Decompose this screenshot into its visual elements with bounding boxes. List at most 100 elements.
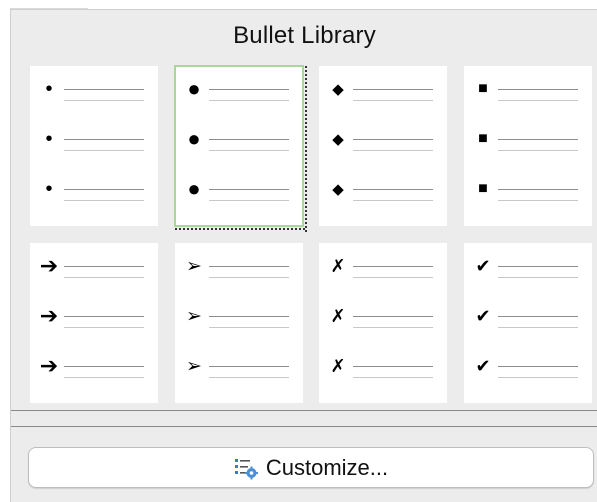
bullet-preview-line: ➢ [175,303,303,329]
text-placeholder-line [498,366,578,367]
bullet-preview-line: ➢ [175,253,303,279]
customize-button[interactable]: Customize... [28,447,594,488]
text-placeholder-line [64,327,144,328]
bullet-preview-line: ● [175,176,303,202]
square-bullet-icon: ■ [478,180,488,197]
bullet-preview-line: • [30,76,158,102]
bullet-preview-line: • [30,176,158,202]
text-placeholder-line [64,150,144,151]
text-placeholder-line [209,89,289,90]
bullet-preview-line: ◆ [319,126,447,152]
bullet-preview-line: ✔ [464,303,592,329]
check-mark-bullet-icon: ✔ [475,356,491,376]
text-placeholder-line [353,100,433,101]
text-placeholder-line [209,377,289,378]
text-placeholder-line [353,266,433,267]
text-placeholder-line [498,89,578,90]
bullets-settings-icon [234,458,258,479]
bullet-preview-line: ● [175,126,303,152]
text-placeholder-line [64,139,144,140]
separator [11,426,597,427]
bullet-style-small-dot[interactable]: • • • [30,66,158,226]
text-placeholder-line [353,150,433,151]
text-placeholder-line [498,316,578,317]
separator [11,410,597,411]
text-placeholder-line [64,277,144,278]
customize-button-label: Customize... [265,454,389,480]
arrow-bullet-icon: ➔ [39,353,59,378]
text-placeholder-line [498,200,578,201]
bullet-style-grid: • • • ● ● ● ◆ ◆ ◆ ■ ■ ■ ➔ ➔ ➔ ➢ ➢ ➢ ✗ ✗ ✗ ✔ ✔ ✔ [30,65,595,403]
large-dot-bullet-icon: ● [187,76,201,101]
diamond-bullet-icon: ◆ [332,80,344,98]
text-placeholder-line [209,277,289,278]
arrowhead-bullet-icon: ➢ [186,305,202,327]
text-placeholder-line [498,150,578,151]
small-dot-bullet-icon: • [45,178,53,200]
cross-mark-bullet-icon: ✗ [330,306,346,326]
small-dot-bullet-icon: • [45,78,53,100]
cross-mark-bullet-icon: ✗ [330,256,346,276]
bullet-preview-line: ◆ [319,176,447,202]
check-mark-bullet-icon: ✔ [475,256,491,276]
text-placeholder-line [353,139,433,140]
text-placeholder-line [353,200,433,201]
text-placeholder-line [209,100,289,101]
cross-mark-bullet-icon: ✗ [330,356,346,376]
text-placeholder-line [498,139,578,140]
bullet-preview-line: • [30,126,158,152]
text-placeholder-line [64,266,144,267]
text-placeholder-line [353,366,433,367]
text-placeholder-line [64,100,144,101]
text-placeholder-line [498,377,578,378]
text-placeholder-line [64,89,144,90]
text-placeholder-line [209,266,289,267]
check-mark-bullet-icon: ✔ [475,306,491,326]
text-placeholder-line [353,89,433,90]
text-placeholder-line [209,150,289,151]
bullet-style-diamond[interactable]: ◆ ◆ ◆ [319,66,447,226]
bullet-preview-line: ● [175,76,303,102]
diamond-bullet-icon: ◆ [332,180,344,198]
text-placeholder-line [353,327,433,328]
bullet-preview-line: ■ [464,76,592,102]
bullet-style-arrow[interactable]: ➔ ➔ ➔ [30,243,158,403]
bullet-preview-line: ➔ [30,253,158,279]
bullet-preview-line: ◆ [319,76,447,102]
text-placeholder-line [498,189,578,190]
bullet-preview-line: ➔ [30,303,158,329]
text-placeholder-line [498,100,578,101]
small-dot-bullet-icon: • [45,128,53,150]
text-placeholder-line [353,377,433,378]
bullet-preview-line: ■ [464,176,592,202]
text-placeholder-line [209,366,289,367]
bullet-style-square[interactable]: ■ ■ ■ [464,66,592,226]
large-dot-bullet-icon: ● [187,176,201,201]
bullet-preview-line: ✔ [464,253,592,279]
text-placeholder-line [64,189,144,190]
text-placeholder-line [353,316,433,317]
arrowhead-bullet-icon: ➢ [186,355,202,377]
panel-title: Bullet Library [233,22,376,49]
diamond-bullet-icon: ◆ [332,130,344,148]
text-placeholder-line [64,366,144,367]
text-placeholder-line [209,327,289,328]
bullet-preview-line: ➔ [30,353,158,379]
text-placeholder-line [209,139,289,140]
bullet-style-check-mark[interactable]: ✔ ✔ ✔ [464,243,592,403]
square-bullet-icon: ■ [478,130,488,147]
text-placeholder-line [209,189,289,190]
text-placeholder-line [209,200,289,201]
text-placeholder-line [64,377,144,378]
bullet-style-large-dot[interactable]: ● ● ● [174,65,307,232]
text-placeholder-line [353,277,433,278]
text-placeholder-line [498,266,578,267]
arrow-bullet-icon: ➔ [39,253,59,278]
bullet-library-panel: Bullet Library • • • ● ● ● ◆ ◆ ◆ ■ ■ ■ ➔ ➔ ➔ ➢ ➢ ➢ ✗ ✗ ✗ ✔ ✔ ✔ … [10,9,597,502]
bullet-preview-line: ■ [464,126,592,152]
bullet-style-cross-mark[interactable]: ✗ ✗ ✗ [319,243,447,403]
arrow-bullet-icon: ➔ [39,303,59,328]
bullet-style-arrowhead[interactable]: ➢ ➢ ➢ [175,243,303,403]
bullet-preview-line: ✔ [464,353,592,379]
text-placeholder-line [64,200,144,201]
